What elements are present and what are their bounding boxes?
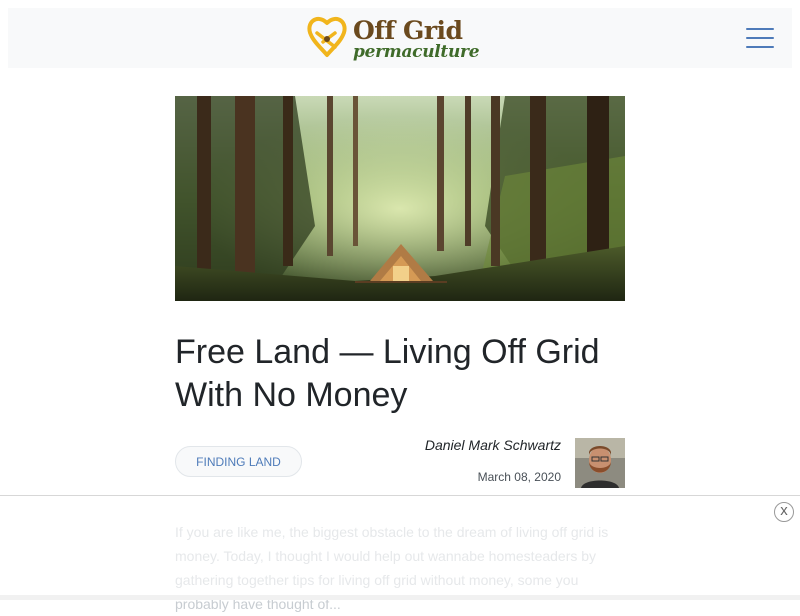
hamburger-icon[interactable] bbox=[746, 25, 774, 51]
ad-banner bbox=[0, 495, 800, 596]
article-title: Free Land — Living Off Grid With No Mone… bbox=[175, 333, 600, 414]
publish-date: March 08, 2020 bbox=[477, 470, 561, 484]
logo-title: Off Grid bbox=[353, 15, 463, 45]
off-grid-logo-icon bbox=[307, 16, 347, 57]
ad-close-button[interactable]: x bbox=[774, 502, 794, 522]
author-avatar[interactable] bbox=[575, 438, 625, 488]
site-header: Off Grid permaculture bbox=[8, 8, 792, 68]
logo-subtitle: permaculture bbox=[353, 41, 480, 62]
author-name[interactable]: Daniel Mark Schwartz bbox=[425, 437, 561, 453]
category-tag[interactable]: FINDING LAND bbox=[175, 446, 302, 477]
site-logo[interactable]: Off Grid permaculture bbox=[303, 14, 493, 64]
bottom-divider bbox=[0, 595, 800, 600]
hero-image bbox=[175, 96, 625, 301]
